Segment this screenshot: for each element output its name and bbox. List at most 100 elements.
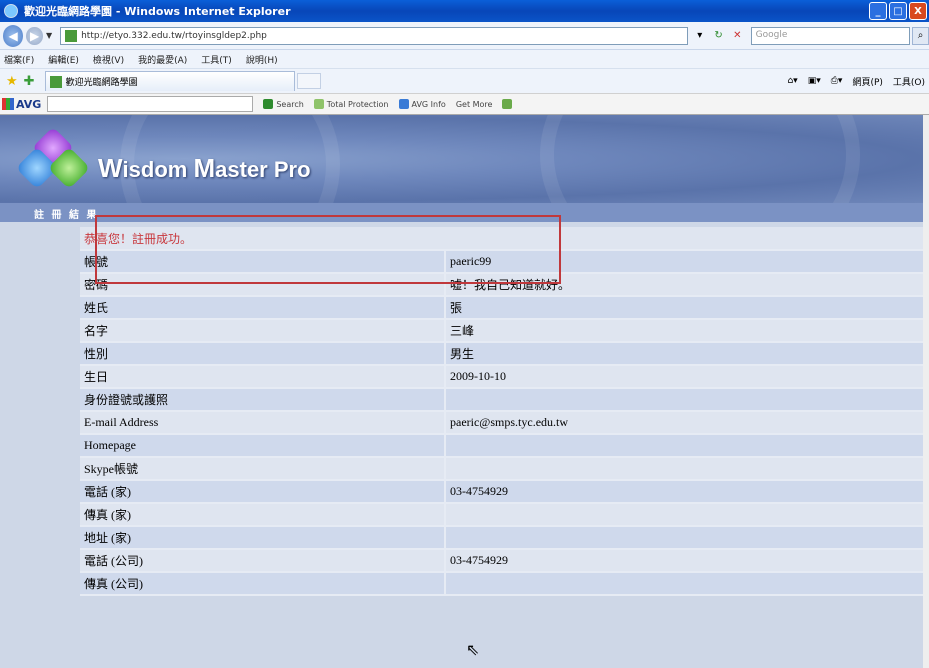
table-row: 帳號 paeric99 (80, 250, 923, 274)
tab-label: 歡迎光臨網路學園 (65, 78, 138, 88)
menu-help[interactable]: 說明(H) (246, 53, 278, 66)
row-value (444, 388, 923, 412)
table-row: 性別 男生 (80, 342, 923, 366)
url-input[interactable] (81, 30, 682, 41)
tab-bar: ★ ✚ 歡迎光臨網路學園 ⌂▾ ▣▾ ⎙▾ 網頁(P) 工具(O) (0, 68, 929, 93)
scrollbar[interactable] (923, 115, 929, 668)
row-label: 生日 (80, 365, 445, 389)
row-value (444, 503, 923, 527)
tab-current[interactable]: 歡迎光臨網路學園 (44, 71, 295, 91)
row-label: Homepage (80, 434, 445, 458)
table-row: Homepage (80, 434, 923, 458)
avg-brand-label: AVG (16, 97, 42, 111)
row-value (444, 457, 923, 481)
shield-icon (313, 99, 324, 109)
home-icon[interactable]: ⌂▾ (787, 76, 797, 86)
refresh-icon[interactable]: ↻ (711, 28, 726, 44)
row-value: 2009-10-10 (444, 365, 923, 389)
success-message: 恭喜您！註冊成功。 (80, 227, 923, 251)
row-label: 傳真 (家) (80, 503, 445, 527)
address-bar: ◀ ▶ ▼ ▾ ↻ ✕ Google ⌕ (0, 22, 929, 50)
table-row: 姓氏張 (80, 296, 923, 320)
tools-menu[interactable]: 工具(O) (893, 75, 925, 88)
history-dropdown-icon[interactable]: ▼ (46, 31, 52, 40)
ie-icon (4, 4, 18, 18)
row-value (444, 572, 923, 596)
page-menu[interactable]: 網頁(P) (852, 75, 882, 88)
menu-favorites[interactable]: 我的最愛(A) (138, 53, 187, 66)
row-value (444, 434, 923, 458)
new-tab-button[interactable] (296, 73, 321, 89)
row-label: 傳真 (公司) (80, 572, 445, 596)
print-icon[interactable]: ⎙▾ (831, 76, 843, 86)
search-icon (263, 99, 274, 109)
row-label: E-mail Address (80, 411, 445, 435)
menu-view[interactable]: 檢視(V) (93, 53, 124, 66)
plugin-icon (502, 99, 513, 109)
logo-icon (12, 126, 92, 193)
row-label: 身份證號或護照 (80, 388, 445, 412)
avg-total-protection[interactable]: Total Protection (313, 99, 389, 109)
avg-info[interactable]: AVG Info (398, 99, 446, 109)
site-nav-bar: 註 冊 結 果 (0, 203, 923, 222)
row-value: 三峰 (444, 319, 923, 343)
url-dropdown-icon[interactable]: ▾ (692, 28, 707, 44)
stop-icon[interactable]: ✕ (730, 28, 745, 44)
menu-tools[interactable]: 工具(T) (201, 53, 232, 66)
row-label: 電話 (公司) (80, 549, 445, 573)
avg-search-button[interactable]: Search (263, 99, 304, 109)
table-row: 生日 2009-10-10 (80, 365, 923, 389)
row-value (444, 526, 923, 550)
info-icon (398, 99, 409, 109)
search-icon[interactable]: ⌕ (912, 26, 929, 45)
table-row: 傳真 (家) (80, 503, 923, 527)
avg-extra[interactable] (502, 99, 515, 109)
table-row: 恭喜您！註冊成功。 (80, 227, 923, 251)
row-label: 帳號 (80, 250, 445, 274)
avg-search-input[interactable] (47, 96, 254, 112)
table-row: 電話 (公司) 03-4754929 (80, 549, 923, 573)
row-label: 密碼 (80, 273, 445, 297)
row-value: 03-4754929 (444, 549, 923, 573)
close-button[interactable]: X (909, 2, 927, 20)
avg-get-more-label: Get More (455, 99, 493, 109)
avg-get-more[interactable]: Get More (456, 100, 493, 109)
menu-bar: 檔案(F) 編輯(E) 檢視(V) 我的最愛(A) 工具(T) 說明(H) (0, 50, 929, 68)
forward-button[interactable]: ▶ (26, 26, 43, 45)
table-row: Skype帳號 (80, 457, 923, 481)
feeds-icon[interactable]: ▣▾ (808, 76, 821, 86)
title-bar: 歡迎光臨網路學園 - Windows Internet Explorer _ □… (0, 0, 929, 22)
row-value: 男生 (444, 342, 923, 366)
url-field[interactable] (60, 26, 689, 45)
row-label: 電話 (家) (80, 480, 445, 504)
table-row: 地址 (家) (80, 526, 923, 550)
row-label: Skype帳號 (80, 457, 445, 481)
favorites-star-icon[interactable]: ★ (6, 74, 18, 89)
maximize-button[interactable]: □ (889, 2, 907, 20)
add-favorite-icon[interactable]: ✚ (24, 74, 35, 89)
tab-favicon-icon (49, 75, 62, 88)
avg-toolbar: AVG Search Total Protection AVG Info Get… (0, 93, 929, 115)
window-title: 歡迎光臨網路學園 - Windows Internet Explorer (24, 5, 291, 18)
row-value: 嘘！我自己知道就好。 (444, 273, 923, 297)
table-row: E-mail Address paeric@smps.tyc.edu.tw (80, 411, 923, 435)
table-row: 傳真 (公司) (80, 572, 923, 596)
row-label: 姓氏 (80, 296, 445, 320)
row-label: 性別 (80, 342, 445, 366)
avg-search-label: Search (276, 99, 304, 109)
table-row: 電話 (家) 03-4754929 (80, 480, 923, 504)
minimize-button[interactable]: _ (869, 2, 887, 20)
avg-info-label: AVG Info (411, 99, 446, 109)
table-row: 身份證號或護照 (80, 388, 923, 412)
menu-edit[interactable]: 編輯(E) (48, 53, 79, 66)
avg-total-protection-label: Total Protection (326, 99, 389, 109)
window-controls: _ □ X (869, 2, 927, 20)
avg-logo-icon (2, 98, 14, 110)
row-value: 03-4754929 (444, 480, 923, 504)
back-button[interactable]: ◀ (3, 24, 24, 47)
avg-logo[interactable]: AVG (2, 98, 41, 111)
search-input[interactable]: Google (750, 26, 911, 45)
row-value: paeric99 (444, 250, 923, 274)
menu-file[interactable]: 檔案(F) (4, 53, 34, 66)
command-bar: ⌂▾ ▣▾ ⎙▾ 網頁(P) 工具(O) (787, 75, 925, 88)
